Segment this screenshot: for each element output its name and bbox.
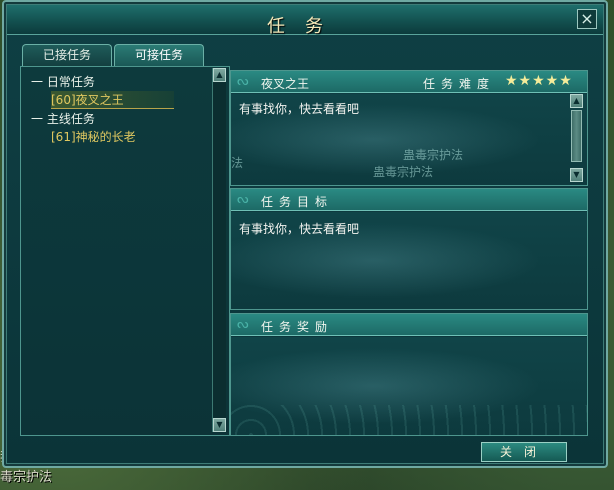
objective-body: 有事找你，快去看看吧: [231, 212, 587, 309]
window-titlebar[interactable]: 任务 ×: [7, 5, 603, 37]
quest-item-mysterious-elder[interactable]: [61]神秘的长老: [51, 128, 136, 145]
quest-info-header: ᔓ 夜叉之王 任务难度 ★★★★★: [231, 71, 587, 93]
quest-description-area: 有事找你，快去看看吧 蛊毒宗护法 蛊毒宗护法 法: [231, 94, 587, 185]
quest-tree-panel: 一 日常任务 [60]夜叉之王 一 主线任务 [61]神秘的长老: [20, 66, 230, 436]
scroll-down-arrow-icon[interactable]: ▼: [213, 418, 226, 432]
category-daily-quests[interactable]: 一 日常任务: [31, 73, 95, 90]
swirl-decoration-icon: ᔓ: [237, 317, 249, 332]
swirl-decoration-icon: ᔓ: [237, 192, 249, 207]
objective-title: 任务目标: [261, 195, 334, 209]
difficulty-stars-icon: ★★★★★: [505, 73, 573, 89]
quest-tree-scrollbar[interactable]: ▲ ▼: [212, 68, 226, 432]
reward-title: 任务奖励: [261, 320, 334, 334]
scroll-up-arrow-icon[interactable]: ▲: [213, 68, 226, 82]
scroll-down-arrow-icon[interactable]: ▼: [570, 168, 583, 182]
quest-name: 夜叉之王: [261, 77, 310, 91]
quest-info-section: ᔓ 夜叉之王 任务难度 ★★★★★ 有事找你，快去看看吧 蛊毒宗护法 蛊毒宗护法…: [230, 70, 588, 186]
close-icon[interactable]: ×: [577, 9, 597, 29]
tab-accepted-quests[interactable]: 已接任务: [22, 44, 112, 66]
reward-header: ᔓ 任务奖励: [231, 314, 587, 336]
world-npc-label: 毒宗护法: [0, 470, 53, 485]
window-title: 任务: [267, 16, 343, 37]
quest-item-yaksha-king[interactable]: [60]夜叉之王: [51, 91, 174, 109]
swirl-decoration-icon: ᔓ: [237, 74, 249, 89]
difficulty-label: 任务难度: [423, 77, 496, 91]
quest-objective-section: ᔓ 任务目标 有事找你，快去看看吧: [230, 188, 588, 310]
close-window-button[interactable]: 关闭: [481, 442, 567, 462]
reward-body: [231, 337, 587, 435]
scroll-up-arrow-icon[interactable]: ▲: [570, 94, 583, 108]
category-main-quests[interactable]: 一 主线任务: [31, 110, 95, 127]
quest-info-scrollbar[interactable]: ▲ ▼: [570, 94, 584, 182]
wave-pattern-decoration: [231, 405, 587, 435]
ghost-npc-label: 蛊毒宗护法: [403, 148, 464, 162]
quest-reward-section: ᔓ 任务奖励: [230, 313, 588, 436]
objective-text: 有事找你，快去看看吧: [239, 222, 360, 236]
quest-description: 有事找你，快去看看吧: [239, 102, 360, 116]
tab-available-quests[interactable]: 可接任务: [114, 44, 204, 66]
ghost-npc-label: 法: [231, 156, 244, 170]
objective-header: ᔓ 任务目标: [231, 189, 587, 211]
scroll-thumb[interactable]: [571, 110, 582, 162]
ghost-npc-label: 蛊毒宗护法: [373, 165, 434, 179]
